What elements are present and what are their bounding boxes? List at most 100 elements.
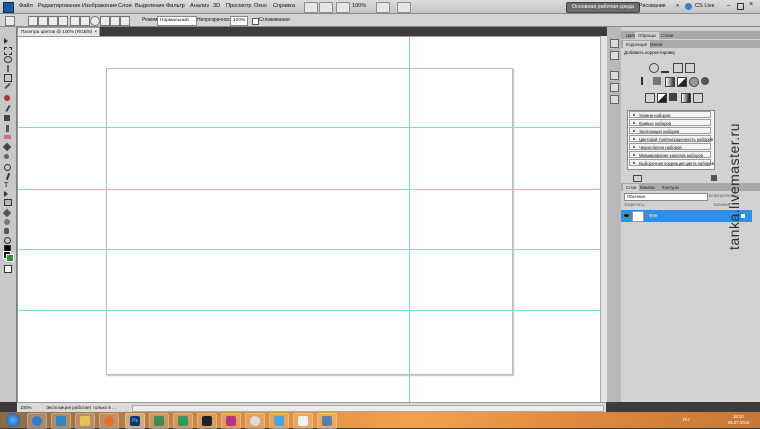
arrange-documents-icon[interactable]: [376, 2, 390, 13]
path-selection-icon[interactable]: [4, 191, 8, 197]
eyedropper-icon[interactable]: [4, 82, 11, 90]
channel-mixer-icon[interactable]: [701, 77, 709, 85]
invert-icon[interactable]: [645, 93, 655, 103]
tab-styles[interactable]: Стили: [658, 32, 676, 39]
workspace-basic-button[interactable]: Основная рабочая среда: [566, 2, 640, 13]
preset-channel-mixer[interactable]: Микширование каналов наборов: [629, 151, 711, 158]
custom-shape-icon[interactable]: [120, 16, 130, 26]
document-window[interactable]: [17, 36, 602, 404]
taskbar-app-12[interactable]: [293, 413, 313, 429]
menu-filter[interactable]: Фильтр: [166, 3, 185, 9]
mini-bridge-icon[interactable]: [319, 2, 333, 13]
workspace-drawing-button[interactable]: Рисование: [634, 2, 671, 11]
vibrance-icon[interactable]: [641, 77, 651, 85]
quick-mask-icon[interactable]: [4, 265, 12, 273]
taskbar-firefox[interactable]: [99, 413, 119, 429]
preset-curves[interactable]: Кривые наборов: [629, 119, 711, 126]
rounded-rectangle-icon[interactable]: [80, 16, 90, 26]
color-balance-icon[interactable]: [665, 77, 675, 87]
background-color-swatch[interactable]: [6, 254, 14, 262]
start-button[interactable]: [6, 413, 20, 427]
new-selection-icon[interactable]: [28, 16, 38, 26]
taskbar-app-13[interactable]: [317, 413, 337, 429]
maximize-button[interactable]: [737, 3, 744, 10]
menu-window[interactable]: Окно: [254, 3, 267, 9]
eraser-icon[interactable]: [4, 135, 11, 139]
selective-color-icon[interactable]: [693, 93, 703, 103]
return-to-list-icon[interactable]: [633, 175, 642, 182]
menu-3d[interactable]: 3D: [213, 3, 220, 9]
type-tool-icon[interactable]: T: [4, 181, 12, 189]
menu-view[interactable]: Просмотр: [226, 3, 252, 9]
hand-tool-icon[interactable]: [336, 2, 350, 13]
marquee-tool-icon[interactable]: [4, 47, 12, 55]
status-text[interactable]: Экспозиция работает только в ...: [46, 403, 116, 412]
preset-black-white[interactable]: Черно-белое наборов: [629, 143, 711, 150]
cs-live-icon[interactable]: [685, 3, 692, 10]
brush-tool-icon[interactable]: [5, 104, 11, 113]
clock-time[interactable]: 18:00: [733, 414, 744, 419]
paragraph-panel-icon[interactable]: [610, 83, 619, 92]
status-zoom[interactable]: 100%: [20, 403, 32, 412]
close-button[interactable]: ×: [749, 1, 753, 8]
clock-date[interactable]: 06.07.2016: [728, 420, 750, 425]
guide-vertical[interactable]: [409, 37, 410, 403]
tab-channels[interactable]: Каналы: [637, 184, 658, 191]
lasso-tool-icon[interactable]: [4, 56, 12, 63]
tab-swatches[interactable]: Образцы: [635, 32, 660, 39]
pen-icon[interactable]: [58, 16, 68, 26]
menu-help[interactable]: Справка: [273, 3, 295, 9]
opacity-field[interactable]: 100%: [230, 16, 248, 26]
character-panel-icon[interactable]: [610, 71, 619, 80]
pen-tool-icon[interactable]: [5, 172, 11, 181]
screen-mode-icon[interactable]: [397, 2, 411, 13]
visibility-eye-icon[interactable]: [624, 214, 629, 217]
history-panel-icon[interactable]: [610, 39, 619, 48]
move-tool-icon[interactable]: [4, 38, 8, 44]
guide-horizontal[interactable]: [18, 310, 601, 311]
preset-selective-color[interactable]: Выборочная коррекция цвета наборов: [629, 159, 714, 166]
preset-hue-saturation[interactable]: Цветовой тон/Насыщенность наборов: [629, 135, 713, 142]
launch-bridge-icon[interactable]: [304, 2, 318, 13]
actions-panel-icon[interactable]: [610, 51, 619, 60]
guide-horizontal[interactable]: [18, 249, 601, 250]
taskbar-app-6[interactable]: [149, 413, 169, 429]
guide-horizontal[interactable]: [18, 127, 601, 128]
zoom-icon[interactable]: [4, 237, 11, 244]
menu-image[interactable]: Изображение: [82, 3, 117, 9]
tab-masks[interactable]: Маски: [647, 41, 665, 48]
crop-tool-icon[interactable]: [4, 74, 12, 82]
clone-source-icon[interactable]: [610, 95, 619, 104]
preset-levels[interactable]: Уровни наборов: [629, 111, 711, 118]
brightness-icon[interactable]: [649, 63, 659, 73]
gradient-map-icon[interactable]: [681, 93, 691, 103]
blur-tool-icon[interactable]: [4, 154, 9, 159]
rectangle-shape-icon[interactable]: [70, 16, 80, 26]
add-selection-icon[interactable]: [38, 16, 48, 26]
menu-edit[interactable]: Редактирование: [38, 3, 81, 9]
menu-file[interactable]: Файл: [19, 3, 33, 9]
posterize-icon[interactable]: [657, 93, 667, 103]
canvas[interactable]: [106, 68, 513, 375]
3d-rotate-icon[interactable]: [2, 208, 12, 218]
healing-brush-icon[interactable]: [4, 95, 10, 101]
horizontal-scrollbar[interactable]: [132, 405, 604, 412]
preset-exposure[interactable]: Экспозиция наборов: [629, 127, 711, 134]
tab-paths[interactable]: Контуры: [659, 184, 682, 191]
ellipse-icon[interactable]: [90, 16, 100, 26]
guide-horizontal[interactable]: [18, 189, 601, 190]
3d-orbit-icon[interactable]: [4, 219, 10, 225]
taskbar-app-11[interactable]: [269, 413, 289, 429]
levels-icon[interactable]: [661, 63, 669, 73]
quick-selection-icon[interactable]: [7, 65, 9, 72]
menu-layers[interactable]: Слои: [118, 3, 132, 9]
workspace-menu-icon[interactable]: »: [676, 3, 679, 9]
zoom-level[interactable]: 100%: [352, 3, 366, 9]
taskbar-app-9[interactable]: [221, 413, 241, 429]
curves-icon[interactable]: [673, 63, 683, 73]
menu-select[interactable]: Выделение: [135, 3, 165, 9]
dodge-tool-icon[interactable]: [4, 164, 11, 171]
brush-picker-icon[interactable]: [48, 16, 58, 26]
taskbar-media-player[interactable]: [51, 413, 71, 429]
line-icon[interactable]: [110, 16, 120, 26]
